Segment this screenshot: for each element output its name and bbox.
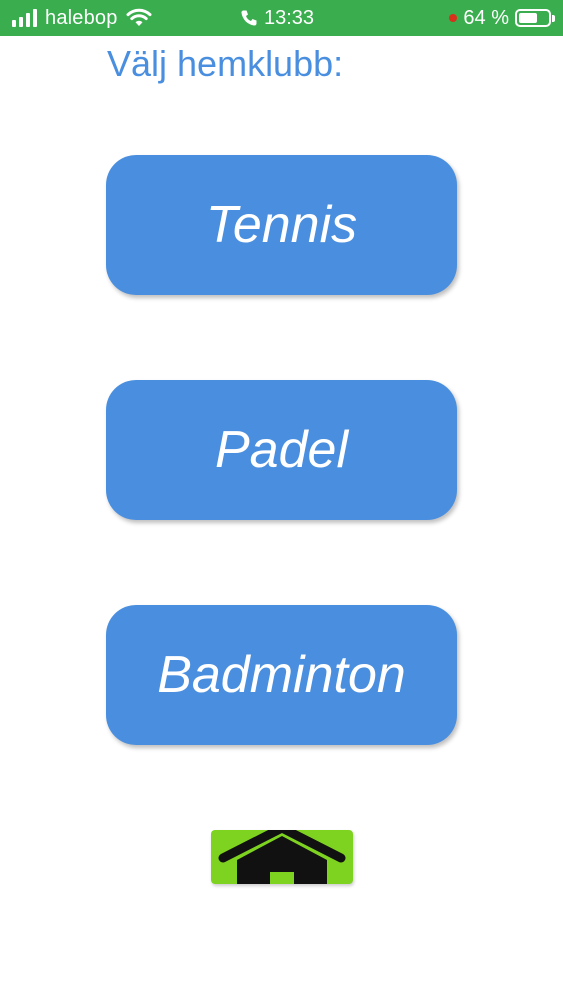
- status-bar-right: 64 %: [449, 0, 555, 36]
- battery-percentage: 64 %: [463, 6, 509, 29]
- clock-time: 13:33: [264, 6, 315, 29]
- battery-cap: [552, 15, 555, 22]
- phone-icon: [240, 9, 258, 27]
- status-bar-left: halebop: [12, 0, 152, 36]
- battery-fill: [519, 13, 537, 23]
- wifi-icon: [126, 8, 152, 28]
- signal-bars-icon: [12, 9, 37, 27]
- recording-dot-icon: [449, 14, 458, 22]
- carrier-name: halebop: [45, 6, 118, 29]
- status-bar: halebop 13:33 64 %: [0, 0, 563, 36]
- padel-button[interactable]: Padel: [106, 380, 457, 520]
- battery-icon: [515, 9, 555, 27]
- home-button[interactable]: [211, 830, 353, 884]
- status-bar-center: 13:33: [240, 0, 314, 36]
- badminton-button[interactable]: Badminton: [106, 605, 457, 745]
- home-icon: [218, 830, 346, 884]
- tennis-button[interactable]: Tennis: [106, 155, 457, 295]
- page-title: Välj hemklubb:: [107, 43, 344, 84]
